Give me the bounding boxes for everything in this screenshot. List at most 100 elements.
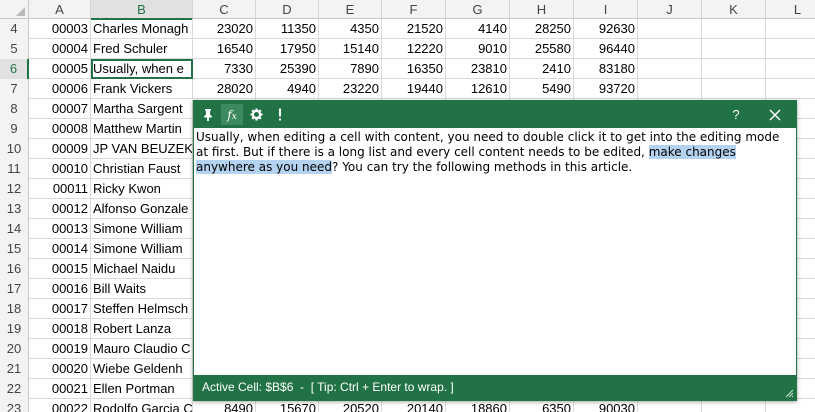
cell-a-12[interactable]: 00011: [29, 179, 91, 199]
cell-j-4[interactable]: [638, 19, 702, 39]
cell-d-4[interactable]: 11350: [256, 19, 319, 39]
cell-l-4[interactable]: [766, 19, 815, 39]
cell-k-4[interactable]: [702, 19, 766, 39]
row-header[interactable]: 16: [0, 259, 29, 279]
cell-i-7[interactable]: 93720: [574, 79, 638, 99]
cell-b-21[interactable]: Wiebe Geldenh: [91, 359, 193, 379]
select-all-corner[interactable]: [0, 0, 29, 19]
cell-a-11[interactable]: 00010: [29, 159, 91, 179]
cell-j-7[interactable]: [638, 79, 702, 99]
row-header[interactable]: 12: [0, 179, 29, 199]
cell-k-7[interactable]: [702, 79, 766, 99]
row-header[interactable]: 19: [0, 319, 29, 339]
fx-icon[interactable]: fx: [221, 104, 243, 125]
row-header[interactable]: 13: [0, 199, 29, 219]
cell-d-6[interactable]: 25390: [256, 59, 319, 79]
cell-b-20[interactable]: Mauro Claudio C: [91, 339, 193, 359]
help-button[interactable]: ?: [725, 104, 747, 125]
cell-k-6[interactable]: [702, 59, 766, 79]
cell-g-6[interactable]: 23810: [446, 59, 510, 79]
column-header-h[interactable]: H: [510, 0, 574, 19]
row-header[interactable]: 8: [0, 99, 29, 119]
cell-g-7[interactable]: 12610: [446, 79, 510, 99]
cell-a-17[interactable]: 00016: [29, 279, 91, 299]
column-header-k[interactable]: K: [702, 0, 766, 19]
cell-a-14[interactable]: 00013: [29, 219, 91, 239]
cell-l-6[interactable]: [766, 59, 815, 79]
cell-e-5[interactable]: 15140: [319, 39, 382, 59]
cell-b-6[interactable]: Usually, when e: [91, 59, 193, 79]
cell-j-6[interactable]: [638, 59, 702, 79]
cell-h-4[interactable]: 28250: [510, 19, 574, 39]
cell-l-7[interactable]: [766, 79, 815, 99]
row-header[interactable]: 9: [0, 119, 29, 139]
gear-icon[interactable]: [245, 104, 267, 125]
cell-b-18[interactable]: Steffen Helmsch: [91, 299, 193, 319]
row-header[interactable]: 4: [0, 19, 29, 39]
column-header-g[interactable]: G: [446, 0, 510, 19]
cell-b-19[interactable]: Robert Lanza: [91, 319, 193, 339]
cell-b-16[interactable]: Michael Naidu: [91, 259, 193, 279]
row-header[interactable]: 20: [0, 339, 29, 359]
cell-i-4[interactable]: 92630: [574, 19, 638, 39]
cell-b-23[interactable]: Rodolfo Garcia C: [91, 399, 193, 412]
cell-a-7[interactable]: 00006: [29, 79, 91, 99]
cell-a-21[interactable]: 00020: [29, 359, 91, 379]
cell-b-5[interactable]: Fred Schuler: [91, 39, 193, 59]
cell-f-5[interactable]: 12220: [382, 39, 446, 59]
row-header[interactable]: 7: [0, 79, 29, 99]
cell-b-12[interactable]: Ricky Kwon: [91, 179, 193, 199]
row-header[interactable]: 6: [0, 59, 29, 79]
exclamation-icon[interactable]: [269, 104, 291, 125]
column-header-d[interactable]: D: [256, 0, 319, 19]
row-header[interactable]: 14: [0, 219, 29, 239]
cell-b-7[interactable]: Frank Vickers: [91, 79, 193, 99]
cell-g-5[interactable]: 9010: [446, 39, 510, 59]
cell-a-18[interactable]: 00017: [29, 299, 91, 319]
cell-i-6[interactable]: 83180: [574, 59, 638, 79]
column-header-c[interactable]: C: [193, 0, 256, 19]
row-header[interactable]: 10: [0, 139, 29, 159]
cell-l-5[interactable]: [766, 39, 815, 59]
cell-a-13[interactable]: 00012: [29, 199, 91, 219]
cell-h-5[interactable]: 25580: [510, 39, 574, 59]
row-header[interactable]: 11: [0, 159, 29, 179]
cell-a-5[interactable]: 00004: [29, 39, 91, 59]
cell-d-5[interactable]: 17950: [256, 39, 319, 59]
cell-d-7[interactable]: 4940: [256, 79, 319, 99]
cell-c-4[interactable]: 23020: [193, 19, 256, 39]
cell-k-5[interactable]: [702, 39, 766, 59]
cell-a-15[interactable]: 00014: [29, 239, 91, 259]
row-header[interactable]: 18: [0, 299, 29, 319]
cell-a-8[interactable]: 00007: [29, 99, 91, 119]
cell-h-7[interactable]: 5490: [510, 79, 574, 99]
close-icon[interactable]: [764, 104, 786, 125]
cell-a-4[interactable]: 00003: [29, 19, 91, 39]
column-header-a[interactable]: A: [29, 0, 91, 19]
cell-c-5[interactable]: 16540: [193, 39, 256, 59]
cell-b-4[interactable]: Charles Monagh: [91, 19, 193, 39]
cell-b-11[interactable]: Christian Faust: [91, 159, 193, 179]
cell-b-17[interactable]: Bill Waits: [91, 279, 193, 299]
cell-b-10[interactable]: JP VAN BEUZEKO: [91, 139, 193, 159]
pin-icon[interactable]: [197, 104, 219, 125]
cell-c-6[interactable]: 7330: [193, 59, 256, 79]
column-header-e[interactable]: E: [319, 0, 382, 19]
row-header[interactable]: 17: [0, 279, 29, 299]
column-header-i[interactable]: I: [574, 0, 638, 19]
cell-c-7[interactable]: 28020: [193, 79, 256, 99]
column-header-f[interactable]: F: [382, 0, 446, 19]
cell-e-4[interactable]: 4350: [319, 19, 382, 39]
cell-a-19[interactable]: 00018: [29, 319, 91, 339]
cell-b-15[interactable]: Simone William: [91, 239, 193, 259]
cell-b-22[interactable]: Ellen Portman: [91, 379, 193, 399]
cell-f-4[interactable]: 21520: [382, 19, 446, 39]
cell-a-20[interactable]: 00019: [29, 339, 91, 359]
cell-b-8[interactable]: Martha Sargent: [91, 99, 193, 119]
cell-g-4[interactable]: 4140: [446, 19, 510, 39]
row-header[interactable]: 23: [0, 399, 29, 412]
cell-i-5[interactable]: 96440: [574, 39, 638, 59]
cell-a-22[interactable]: 00021: [29, 379, 91, 399]
column-header-l[interactable]: L: [766, 0, 815, 19]
row-header[interactable]: 5: [0, 39, 29, 59]
